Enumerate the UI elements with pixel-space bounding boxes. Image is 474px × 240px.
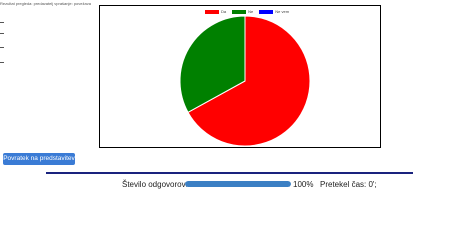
section-divider xyxy=(46,172,413,174)
back-to-presentation-button[interactable]: Povratek na predstavitev xyxy=(3,153,75,165)
pie-chart-panel: Da Ne Ne vem xyxy=(99,5,381,148)
answers-progress-bar xyxy=(185,181,291,187)
edge-marker xyxy=(0,62,4,63)
progress-fill xyxy=(185,181,291,187)
page-header-text: Rezultat pregleda: predavatelj vprašanje… xyxy=(0,1,91,6)
status-bar: Število odgovorov: 100% Pretekel čas: 0'… xyxy=(0,178,474,192)
answers-count-label: Število odgovorov: xyxy=(122,180,188,189)
elapsed-time-label: Pretekel čas: 0'; xyxy=(320,180,377,189)
edge-marker xyxy=(0,33,4,34)
edge-marker xyxy=(0,22,4,23)
progress-percent-text: 100% xyxy=(293,180,314,189)
pie-chart xyxy=(179,15,311,146)
edge-marker xyxy=(0,47,4,48)
